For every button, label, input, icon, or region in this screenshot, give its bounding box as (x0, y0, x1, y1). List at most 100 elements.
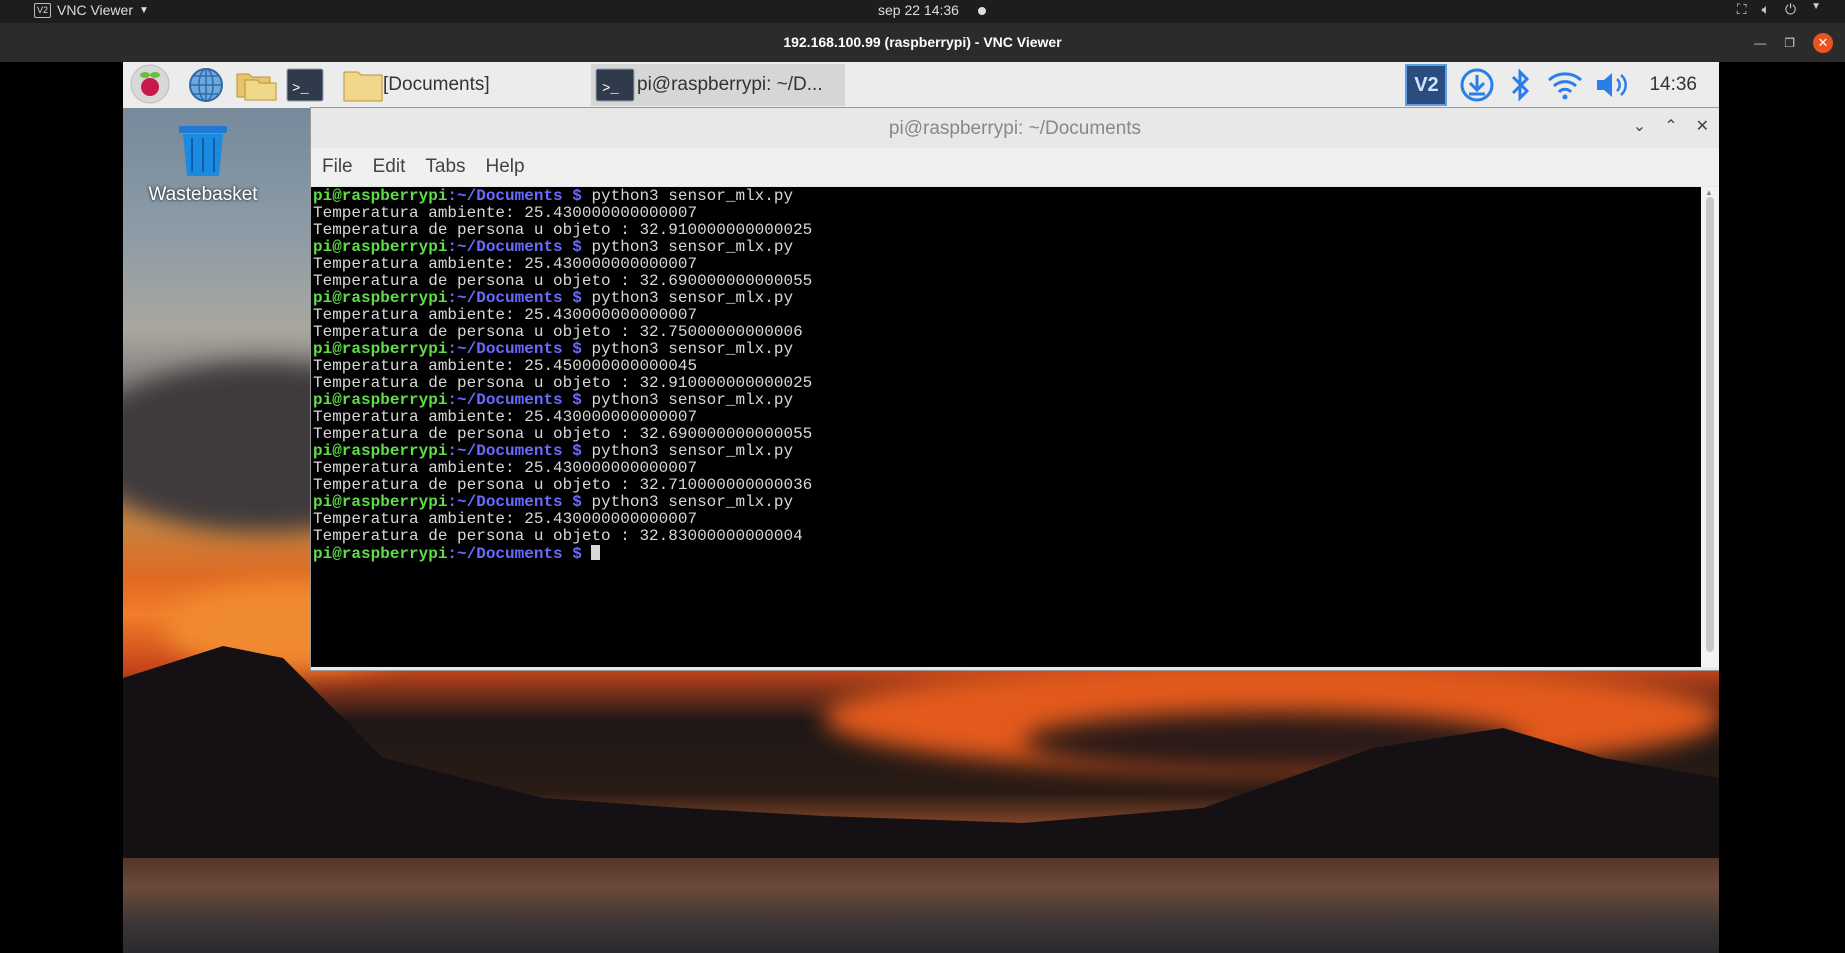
folder-icon (343, 71, 383, 102)
command-text: python3 sensor_mlx.py (581, 391, 794, 409)
file-manager-launcher[interactable] (235, 68, 277, 102)
terminal-menubar: File Edit Tabs Help (311, 148, 1719, 186)
terminal-output-line: Temperatura ambiente: 25.430000000000007 (313, 306, 698, 324)
terminal-window[interactable]: pi@raspberrypi: ~/Documents ⌄ ⌃ ✕ File E… (311, 108, 1719, 670)
terminal-output-line: Temperatura ambiente: 25.430000000000007 (313, 255, 698, 273)
window-title: 192.168.100.99 (raspberrypi) - VNC Viewe… (783, 34, 1062, 50)
terminal-prompt-line: pi@raspberrypi:~/Documents $ python3 sen… (313, 290, 1699, 307)
vnc-server-icon[interactable]: V2 (1405, 64, 1448, 106)
chevron-down-icon: ▼ (139, 4, 149, 16)
volume-icon[interactable] (1593, 67, 1633, 103)
raspberry-icon (130, 64, 170, 104)
wifi-icon[interactable] (1545, 67, 1585, 103)
power-icon[interactable]: ⏻ (1785, 1, 1796, 18)
prompt-user: pi@raspberrypi (313, 289, 448, 307)
prompt-user: pi@raspberrypi (313, 493, 448, 511)
trash-icon (179, 126, 227, 176)
maximize-button[interactable]: ⌃ (1664, 116, 1677, 136)
network-icon[interactable]: ⛶ (1737, 1, 1747, 18)
globe-icon (189, 68, 223, 102)
scroll-up-icon[interactable]: ▲ (1705, 188, 1713, 197)
vnc-app-icon: V2 (34, 2, 51, 18)
minimize-button[interactable]: — (1754, 36, 1766, 50)
prompt-trailing-space (582, 545, 592, 563)
terminal-output-line: Temperatura de persona u objeto : 32.830… (313, 527, 803, 545)
desktop-icon-wastebasket[interactable]: Wastebasket (143, 124, 263, 206)
prompt-user: pi@raspberrypi (313, 442, 448, 460)
close-button[interactable]: ✕ (1696, 116, 1709, 136)
terminal-output-line: Temperatura de persona u objeto : 32.910… (313, 221, 813, 239)
system-clock[interactable]: sep 22 14:36 (878, 2, 959, 18)
terminal-output-line: Temperatura de persona u objeto : 32.910… (313, 374, 813, 392)
raspberry-menu-button[interactable] (130, 64, 170, 104)
command-text: python3 sensor_mlx.py (581, 187, 794, 205)
taskbar-item-label: [Documents] (383, 74, 490, 95)
volume-icon[interactable]: 🔈︎ (1762, 1, 1770, 18)
menu-file[interactable]: File (322, 156, 353, 178)
terminal-output-line: Temperatura ambiente: 25.450000000000045 (313, 357, 698, 375)
terminal-title: pi@raspberrypi: ~/Documents (888, 118, 1142, 139)
terminal-output-line: Temperatura ambiente: 25.430000000000007 (313, 408, 698, 426)
terminal-scrollbar[interactable]: ▲ (1701, 187, 1719, 667)
bluetooth-icon[interactable] (1503, 67, 1537, 103)
prompt-path: :~/Documents $ (447, 442, 582, 460)
terminal-output-line: Temperatura de persona u objeto : 32.750… (313, 323, 803, 341)
prompt-path: :~/Documents $ (447, 493, 582, 511)
system-tray[interactable]: ⛶ 🔈︎ ⏻ ▼ (1737, 1, 1821, 18)
folders-icon (236, 73, 277, 101)
minimize-button[interactable]: ⌄ (1633, 116, 1646, 136)
taskbar-item-label: pi@raspberrypi: ~/D... (637, 74, 823, 95)
web-browser-launcher[interactable] (188, 68, 224, 102)
menu-edit[interactable]: Edit (373, 156, 406, 178)
command-text: python3 sensor_mlx.py (581, 289, 794, 307)
wallpaper-mountains (123, 646, 1719, 858)
prompt-path: :~/Documents $ (447, 391, 582, 409)
prompt-path: :~/Documents $ (447, 340, 582, 358)
taskbar-item-documents[interactable]: [Documents] (343, 68, 490, 102)
terminal-icon: >_ (286, 68, 324, 102)
terminal-output-line: Temperatura de persona u objeto : 32.690… (313, 272, 813, 290)
terminal-prompt-line: pi@raspberrypi:~/Documents $ python3 sen… (313, 443, 1699, 460)
command-text: python3 sensor_mlx.py (581, 442, 794, 460)
menu-help[interactable]: Help (486, 156, 525, 178)
vnc-window-titlebar: 192.168.100.99 (raspberrypi) - VNC Viewe… (0, 23, 1845, 62)
prompt-user: pi@raspberrypi (313, 187, 448, 205)
terminal-prompt-line: pi@raspberrypi:~/Documents $ (313, 545, 1699, 563)
scrollbar-thumb[interactable] (1706, 197, 1714, 652)
app-menu[interactable]: V2 VNC Viewer ▼ (34, 2, 149, 18)
prompt-path: :~/Documents $ (447, 545, 582, 563)
svg-text:>_: >_ (292, 81, 309, 97)
restore-button[interactable]: ❐ (1784, 36, 1795, 50)
prompt-user: pi@raspberrypi (313, 545, 448, 563)
terminal-prompt-line: pi@raspberrypi:~/Documents $ python3 sen… (313, 239, 1699, 256)
terminal-output[interactable]: pi@raspberrypi:~/Documents $ python3 sen… (311, 187, 1701, 667)
text-cursor (591, 545, 601, 560)
notification-dot-icon (978, 7, 986, 15)
system-top-bar: V2 VNC Viewer ▼ sep 22 14:36 ⛶ 🔈︎ ⏻ ▼ (0, 0, 1845, 23)
prompt-user: pi@raspberrypi (313, 391, 448, 409)
taskbar-item-terminal[interactable]: >_ pi@raspberrypi: ~/D... (591, 64, 845, 106)
chevron-down-icon[interactable]: ▼ (1811, 1, 1821, 18)
terminal-output-line: Temperatura ambiente: 25.430000000000007 (313, 510, 698, 528)
terminal-output-line: Temperatura ambiente: 25.430000000000007 (313, 459, 698, 477)
app-name: VNC Viewer (57, 2, 133, 18)
update-download-icon[interactable] (1457, 67, 1497, 103)
menu-tabs[interactable]: Tabs (425, 156, 465, 178)
command-text: python3 sensor_mlx.py (581, 493, 794, 511)
command-text: python3 sensor_mlx.py (581, 340, 794, 358)
command-text: python3 sensor_mlx.py (581, 238, 794, 256)
prompt-path: :~/Documents $ (447, 187, 582, 205)
lxpanel: >_ [Documents] >_ pi@raspberrypi: ~/D...… (123, 62, 1719, 108)
terminal-prompt-line: pi@raspberrypi:~/Documents $ python3 sen… (313, 494, 1699, 511)
panel-clock[interactable]: 14:36 (1649, 74, 1697, 96)
terminal-output-line: Temperatura de persona u objeto : 32.710… (313, 476, 813, 494)
terminal-icon: >_ (595, 68, 635, 102)
remote-desktop[interactable]: >_ [Documents] >_ pi@raspberrypi: ~/D...… (123, 62, 1719, 953)
prompt-user: pi@raspberrypi (313, 340, 448, 358)
terminal-titlebar[interactable]: pi@raspberrypi: ~/Documents ⌄ ⌃ ✕ (311, 108, 1719, 148)
terminal-launcher[interactable]: >_ (286, 68, 324, 102)
desktop-icon-label: Wastebasket (148, 184, 258, 205)
close-button[interactable]: ✕ (1813, 33, 1833, 53)
wallpaper-water (123, 858, 1719, 953)
prompt-path: :~/Documents $ (447, 238, 582, 256)
